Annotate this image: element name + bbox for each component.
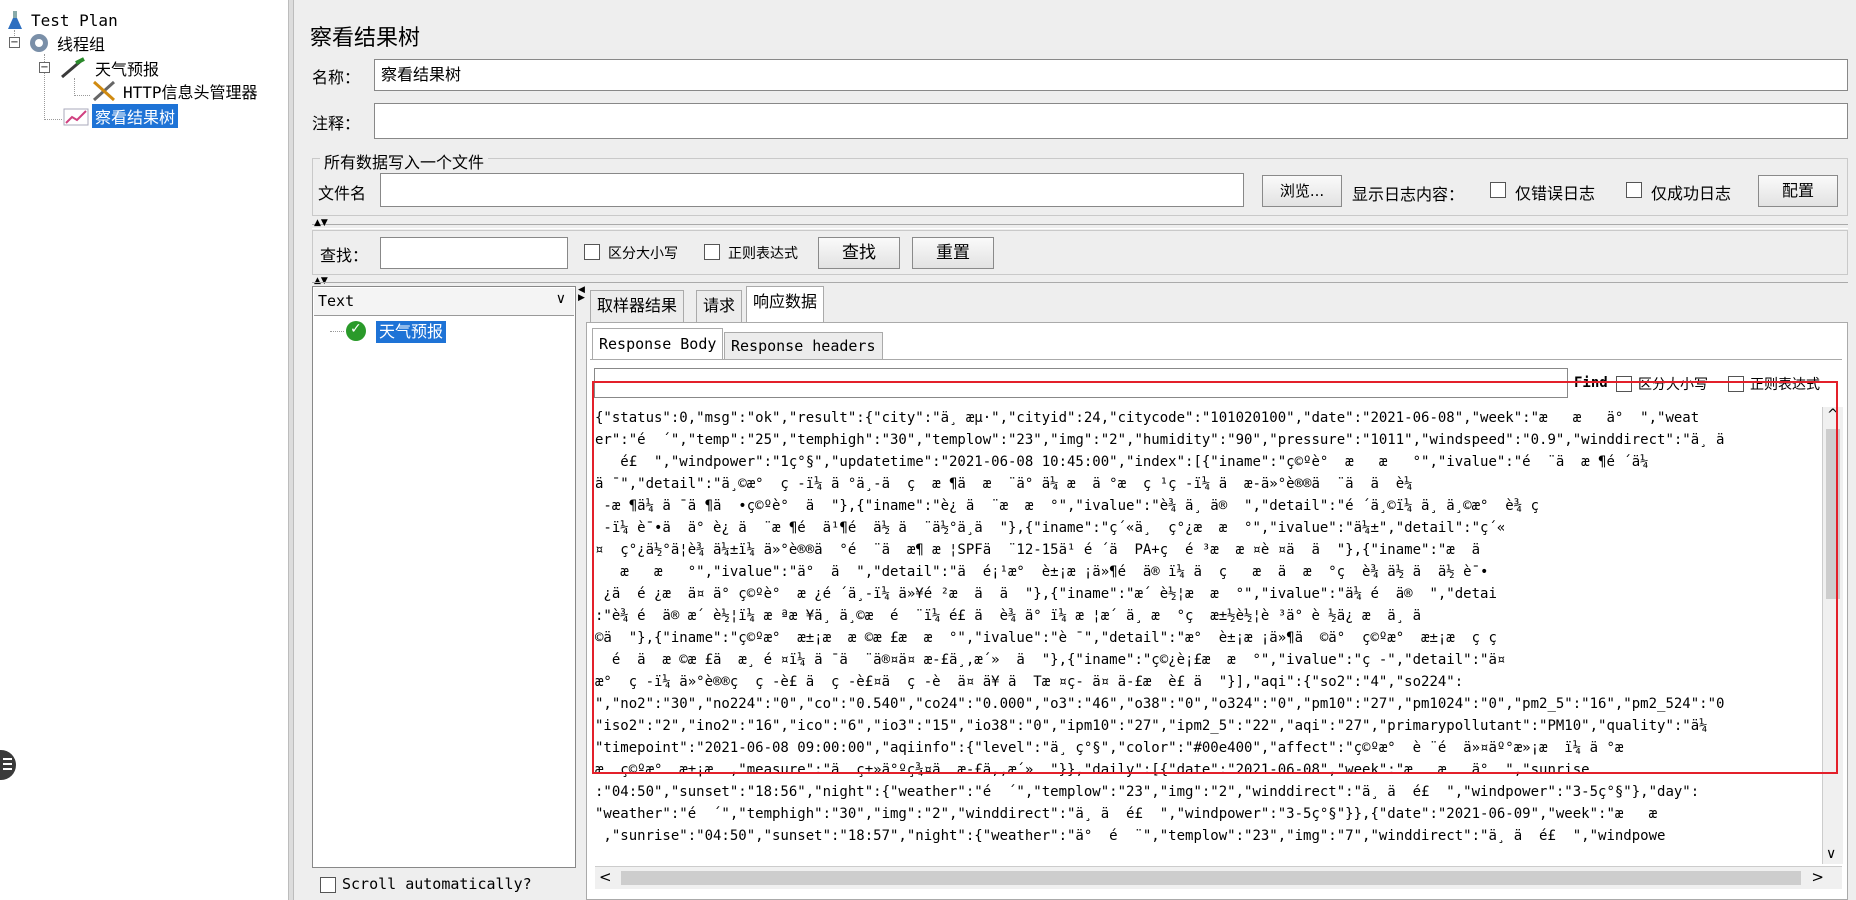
response-line: ¿ä é ¿æ ä¤ ä° ç©ºè° æ ¿é ´ä¸-ï¼ ä»¥é ²æ … — [595, 586, 1497, 602]
chevron-down-icon: ∨ — [555, 291, 566, 307]
tree-item-header-manager[interactable]: HTTP信息头管理器 — [90, 80, 261, 102]
response-line: -æ ¶ä¼ ä ¯ä ¶ä •ç©ºè° ä "},{"iname":"è¿ … — [595, 498, 1540, 514]
response-line: er":"é ´","temp":"25","temphigh":"30","t… — [595, 432, 1725, 448]
tree-label: 天气预报 — [95, 60, 160, 79]
case-sensitive-label: 区分大小写 — [608, 246, 678, 262]
scroll-down-icon[interactable]: ∨ — [1826, 846, 1836, 862]
tab-response-data[interactable]: 响应数据 — [746, 286, 825, 322]
results-tree[interactable] — [312, 286, 576, 868]
errors-only-checkbox[interactable] — [1490, 182, 1506, 198]
success-only-checkbox[interactable] — [1626, 182, 1642, 198]
response-line: "weather":"é ´","temphigh":"30","img":"2… — [595, 806, 1658, 822]
reset-button[interactable]: 重置 — [912, 237, 994, 269]
divider — [590, 359, 1842, 360]
configure-button[interactable]: 配置 — [1758, 175, 1838, 207]
response-line: æ° ç -ï¼ ä»°è®®ç ç -è£ ä ç -è£¤ä ç -è ä¤… — [595, 674, 1464, 690]
test-plan-tree[interactable]: Test Plan − 线程组 − 天气预报 HTTP信息头管理器 察看结果树 — [0, 0, 289, 900]
more-icon[interactable] — [0, 750, 16, 780]
divider — [312, 224, 1848, 229]
tree-label-selected: 察看结果树 — [92, 104, 179, 128]
case-sensitive-checkbox[interactable] — [584, 244, 600, 260]
regex-checkbox[interactable] — [704, 244, 720, 260]
browse-button[interactable]: 浏览... — [1262, 175, 1342, 207]
tools-icon — [92, 80, 116, 102]
renderer-select[interactable]: Text ∨ — [314, 288, 574, 316]
name-label: 名称： — [312, 68, 361, 87]
tab-request[interactable]: 请求 — [696, 290, 743, 322]
result-item[interactable]: 天气预报 — [376, 321, 447, 343]
find-regex-label: 正则表达式 — [1750, 377, 1820, 393]
find-input[interactable] — [594, 368, 1568, 398]
response-line: :"04:50","sunset":"18:56","night":{"weat… — [595, 784, 1700, 800]
page-title: 察看结果树 — [310, 26, 421, 51]
pipette-icon — [61, 57, 85, 79]
tree-item-sampler[interactable]: 天气预报 — [56, 57, 162, 79]
flask-icon — [8, 11, 22, 29]
filename-label: 文件名 — [318, 184, 367, 203]
vertical-scrollbar[interactable]: ^ ∨ — [1822, 407, 1843, 864]
comment-label: 注释： — [312, 114, 361, 133]
renderer-value: Text — [318, 292, 355, 310]
tree-item-thread-group[interactable]: 线程组 — [24, 32, 108, 54]
tree-label: 线程组 — [57, 35, 106, 54]
tab-response-headers[interactable]: Response headers — [724, 332, 883, 360]
tab-response-body[interactable]: Response Body — [592, 328, 724, 360]
split-arrows-icon[interactable]: ◀ ▶ — [578, 286, 585, 303]
collapse-icon[interactable]: − — [9, 37, 20, 48]
scroll-thumb[interactable] — [1826, 429, 1840, 599]
success-icon: ✓ — [346, 321, 366, 341]
split-arrows-icon[interactable]: ▲▼ — [314, 218, 328, 228]
gear-icon — [30, 34, 48, 52]
response-line: "iso2":"2","ino2":"16","ico":"6","io3":"… — [595, 718, 1708, 734]
search-label: 查找： — [320, 246, 369, 265]
response-body-text[interactable]: {"status":0,"msg":"ok","result":{"city":… — [595, 407, 1822, 870]
find-button[interactable]: 查找 — [818, 237, 900, 269]
scroll-auto-label: Scroll automatically? — [342, 875, 532, 893]
response-line: ä ¯","detail":"ä¸©æ° ç -ï¼ ä °ä¸-ä ç æ ¶… — [595, 476, 1413, 492]
tab-sampler-result[interactable]: 取样器结果 — [590, 290, 685, 322]
response-line: :"è¾ é ä® æ´ è½¦ï¼ æ ªæ ¥ä¸ ä¸©æ é ¨ï¼ é… — [595, 608, 1422, 624]
response-line: é£ ","windpower":"1ç°§","updatetime":"20… — [595, 454, 1649, 470]
response-line: ,"sunrise":"04:50","sunset":"18:57","nig… — [595, 828, 1666, 844]
scroll-right-icon[interactable]: > — [1811, 868, 1824, 886]
log-label: 显示日志内容： — [1352, 185, 1465, 204]
response-line: é ä æ ©æ £ä æ¸ é ¤ï¼ ä ¯ä ¨ä®¤ä¤ æ-£ä¸,æ… — [595, 652, 1506, 668]
search-input[interactable] — [380, 237, 568, 269]
find-case-label: 区分大小写 — [1638, 377, 1708, 393]
file-group-title: 所有数据写入一个文件 — [320, 149, 489, 173]
tree-item-listener[interactable]: 察看结果树 — [62, 104, 179, 128]
response-line: ","no2":"30","no224":"0","co":"0.540","c… — [595, 696, 1725, 712]
find-case-checkbox[interactable] — [1616, 376, 1632, 392]
filename-field[interactable] — [380, 173, 1244, 207]
horizontal-scrollbar[interactable]: < > — [595, 866, 1842, 889]
response-line: æ æ °","ivalue":"ä° ä ","detail":"ä é¡¹æ… — [595, 564, 1489, 580]
scroll-up-icon[interactable]: ^ — [1827, 407, 1839, 423]
errors-only-label: 仅错误日志 — [1515, 184, 1596, 203]
find-label: Find — [1574, 375, 1608, 391]
tree-label: HTTP信息头管理器 — [123, 83, 258, 102]
splitter-handle[interactable] — [288, 0, 294, 900]
chart-icon — [63, 108, 89, 126]
name-field[interactable]: 察看结果树 — [374, 59, 1848, 91]
split-arrows-icon[interactable]: ▲▼ — [314, 276, 328, 286]
tree-item-test-plan[interactable]: Test Plan — [2, 9, 121, 31]
find-regex-checkbox[interactable] — [1728, 376, 1744, 392]
success-only-label: 仅成功日志 — [1651, 184, 1732, 203]
response-line: æ ç©ºæ° æ±¡æ ,"measure":"ä ç±»ä°ºç¾¤ä æ-… — [595, 762, 1590, 778]
scroll-left-icon[interactable]: < — [599, 868, 612, 886]
collapse-icon[interactable]: − — [39, 62, 50, 73]
divider — [312, 282, 1848, 283]
regex-label: 正则表达式 — [728, 246, 798, 262]
response-line: "timepoint":"2021-06-08 09:00:00","aqiin… — [595, 740, 1624, 756]
response-line: {"status":0,"msg":"ok","result":{"city":… — [595, 410, 1700, 426]
comment-field[interactable] — [374, 103, 1848, 139]
scroll-thumb[interactable] — [621, 871, 1801, 885]
response-line: -ï¼ è¯•ä ä° è¿ ä ¨æ ¶é ä¹¶é ä½ ä ¨ä½°ä¸ä… — [595, 520, 1506, 536]
scroll-auto-checkbox[interactable] — [320, 877, 336, 893]
response-line: ¤ ç°¿ä½°ä¦è¾ ä¼±ï¼ ä»°è®®ä °é ¨ä æ¶ æ ¦S… — [595, 542, 1481, 558]
response-line: ©ä "},{"iname":"ç©ºæ° æ±¡æ æ ©æ £æ æ °",… — [595, 630, 1497, 646]
tree-label: Test Plan — [31, 10, 118, 30]
